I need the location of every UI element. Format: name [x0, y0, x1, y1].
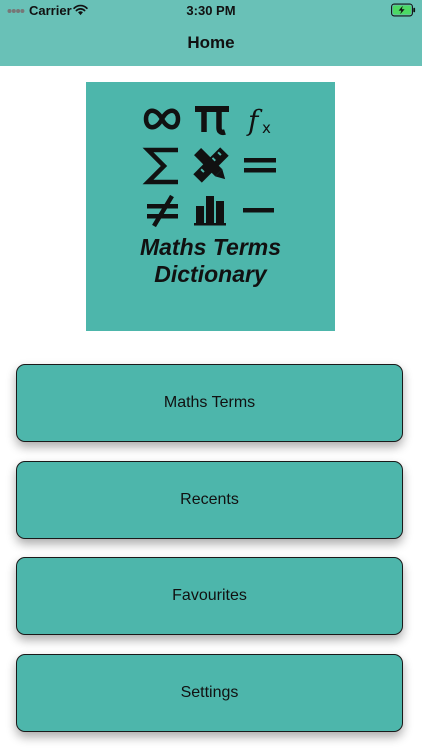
svg-text:x: x	[262, 119, 271, 137]
logo-icon-grid: f x	[142, 104, 276, 228]
navigation-header: Carrier 3:30 PM Home	[0, 0, 422, 66]
home-screen: Carrier 3:30 PM Home f x Maths Terms Dic…	[0, 0, 422, 750]
app-logo: f x Maths Terms Dictionary	[86, 82, 335, 331]
settings-button[interactable]: Settings	[16, 654, 403, 732]
pi-icon	[195, 106, 229, 136]
status-bar: Carrier 3:30 PM	[0, 0, 422, 22]
status-time: 3:30 PM	[186, 3, 236, 18]
logo-title: Maths Terms Dictionary	[86, 234, 335, 288]
svg-text:f: f	[246, 104, 263, 137]
ruler-pencil-icon	[193, 147, 229, 183]
logo-title-line-1: Maths Terms	[139, 234, 282, 260]
minus-icon	[243, 208, 274, 213]
equals-icon	[244, 158, 276, 173]
sigma-icon	[142, 147, 178, 185]
page-title: Home	[187, 33, 235, 52]
favourites-button[interactable]: Favourites	[16, 557, 403, 635]
logo-title-line-2: Dictionary	[154, 261, 267, 287]
battery-charging-icon	[391, 3, 416, 17]
maths-terms-button[interactable]: Maths Terms	[16, 364, 403, 442]
recents-button-label: Recents	[180, 491, 239, 508]
recents-button[interactable]: Recents	[16, 461, 403, 539]
bar-chart-icon	[194, 196, 226, 226]
infinity-icon	[143, 108, 181, 130]
settings-button-label: Settings	[180, 684, 239, 701]
favourites-button-label: Favourites	[172, 587, 247, 604]
maths-terms-button-label: Maths Terms	[163, 394, 256, 411]
function-icon: f x	[246, 104, 271, 137]
not-equal-icon	[147, 194, 178, 228]
